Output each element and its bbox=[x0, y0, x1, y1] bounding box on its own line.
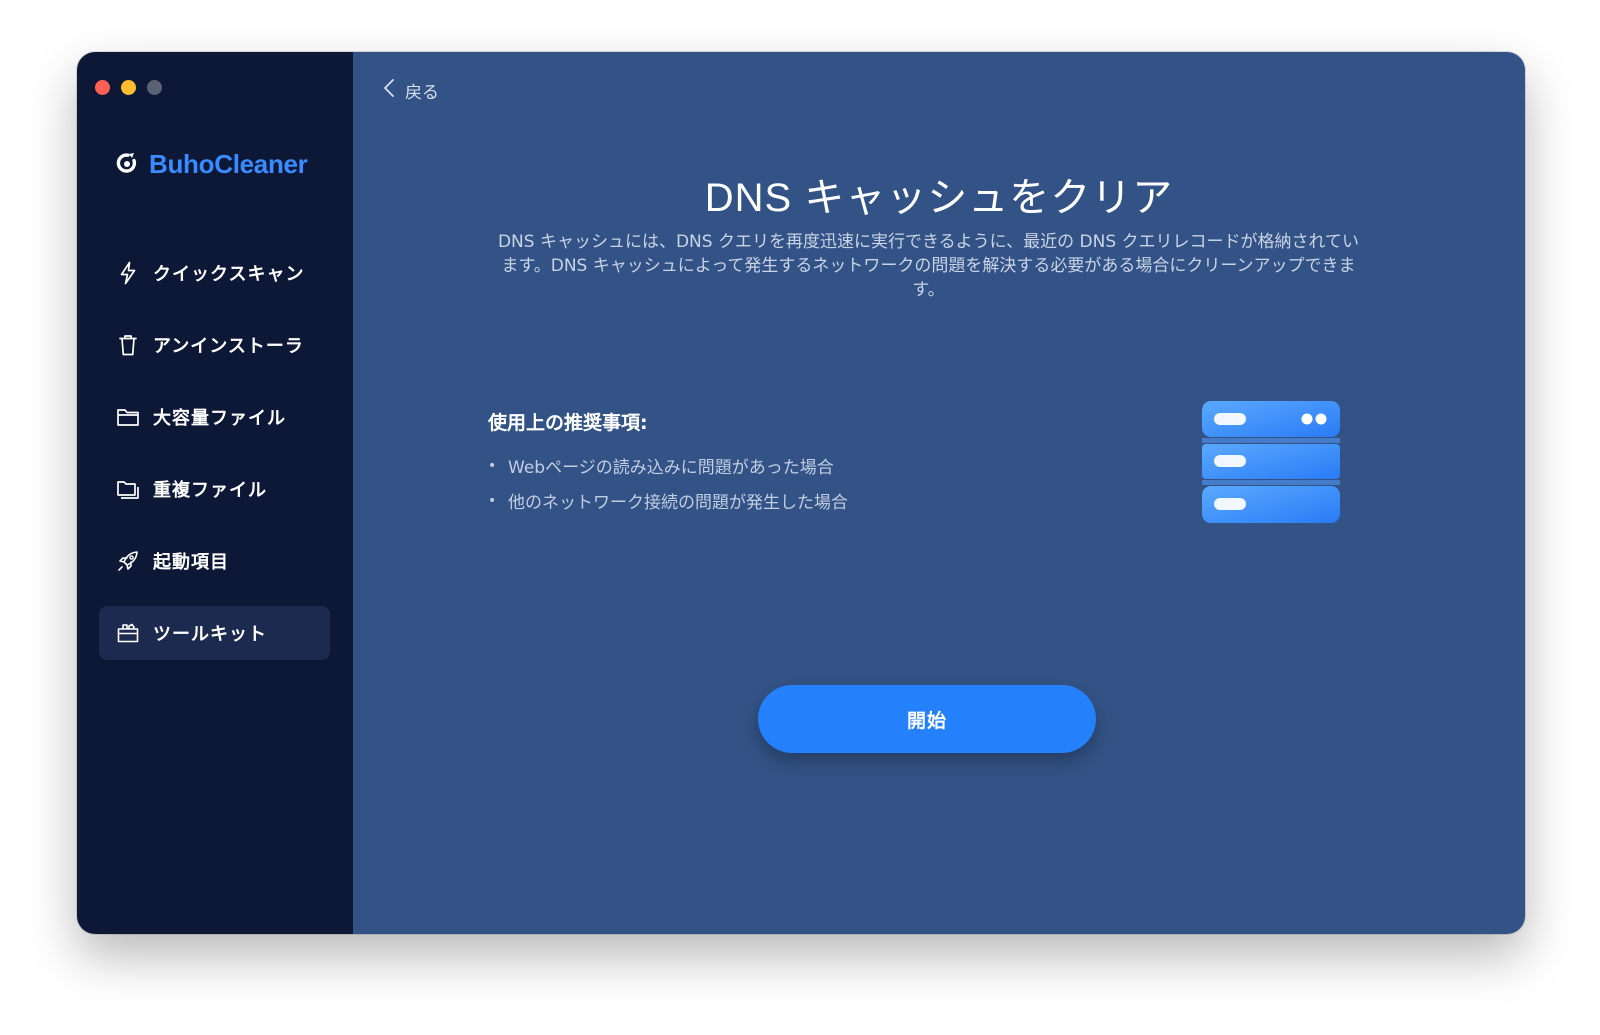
page-description: DNS キャッシュには、DNS クエリを再度迅速に実行できるように、最近の DN… bbox=[497, 232, 1360, 300]
sidebar: BuhoCleaner クイックスキャン アンインストーラ 大容量ファイル 重複… bbox=[77, 52, 353, 934]
app-brand: BuhoCleaner bbox=[115, 149, 308, 180]
toolbox-icon bbox=[115, 620, 141, 646]
brand-name: BuhoCleaner bbox=[149, 149, 308, 179]
sidebar-item-label: 起動項目 bbox=[153, 552, 229, 573]
folder-icon bbox=[115, 404, 141, 430]
app-window: BuhoCleaner クイックスキャン アンインストーラ 大容量ファイル 重複… bbox=[77, 52, 1525, 934]
chevron-left-icon bbox=[383, 78, 395, 103]
sidebar-item-label: ツールキット bbox=[153, 624, 267, 645]
window-controls bbox=[95, 80, 162, 95]
zoom-window-button[interactable] bbox=[147, 80, 162, 95]
recommendations-list: • Webページの読み込みに問題があった場合 • 他のネットワーク接続の問題が発生し… bbox=[488, 448, 848, 518]
bullet-icon: • bbox=[488, 492, 497, 509]
sidebar-item-label: 重複ファイル bbox=[153, 480, 267, 501]
back-label: 戻る bbox=[405, 83, 439, 103]
back-button[interactable]: 戻る bbox=[383, 78, 439, 103]
server-icon bbox=[1202, 401, 1340, 523]
sidebar-item-uninstaller[interactable]: アンインストーラ bbox=[99, 318, 330, 372]
sidebar-item-large-files[interactable]: 大容量ファイル bbox=[99, 390, 330, 444]
sidebar-item-duplicate-files[interactable]: 重複ファイル bbox=[99, 462, 330, 516]
sidebar-item-label: クイックスキャン bbox=[153, 264, 305, 285]
duplicate-folder-icon bbox=[115, 476, 141, 502]
bullet-icon: • bbox=[488, 457, 497, 474]
close-window-button[interactable] bbox=[95, 80, 110, 95]
list-item: • 他のネットワーク接続の問題が発生した場合 bbox=[488, 492, 848, 514]
sidebar-nav: クイックスキャン アンインストーラ 大容量ファイル 重複ファイル 起動項目 ツー… bbox=[99, 246, 330, 678]
sidebar-item-label: 大容量ファイル bbox=[153, 408, 286, 429]
buho-logo-icon bbox=[115, 151, 139, 179]
minimize-window-button[interactable] bbox=[121, 80, 136, 95]
lightning-icon bbox=[115, 260, 141, 286]
trash-icon bbox=[115, 332, 141, 358]
list-item: • Webページの読み込みに問題があった場合 bbox=[488, 457, 834, 479]
sidebar-item-startup-items[interactable]: 起動項目 bbox=[99, 534, 330, 588]
start-button[interactable]: 開始 bbox=[758, 685, 1096, 753]
page-title: DNS キャッシュをクリア bbox=[704, 176, 1174, 220]
sidebar-item-quick-scan[interactable]: クイックスキャン bbox=[99, 246, 330, 300]
sidebar-item-toolkit[interactable]: ツールキット bbox=[99, 606, 330, 660]
main-panel: 戻る DNS キャッシュをクリア DNS キャッシュには、DNS クエリを再度迅… bbox=[353, 52, 1525, 934]
sidebar-item-label: アンインストーラ bbox=[153, 336, 304, 357]
rocket-icon bbox=[115, 548, 141, 574]
recommendations-title: 使用上の推奨事項: bbox=[488, 412, 648, 434]
